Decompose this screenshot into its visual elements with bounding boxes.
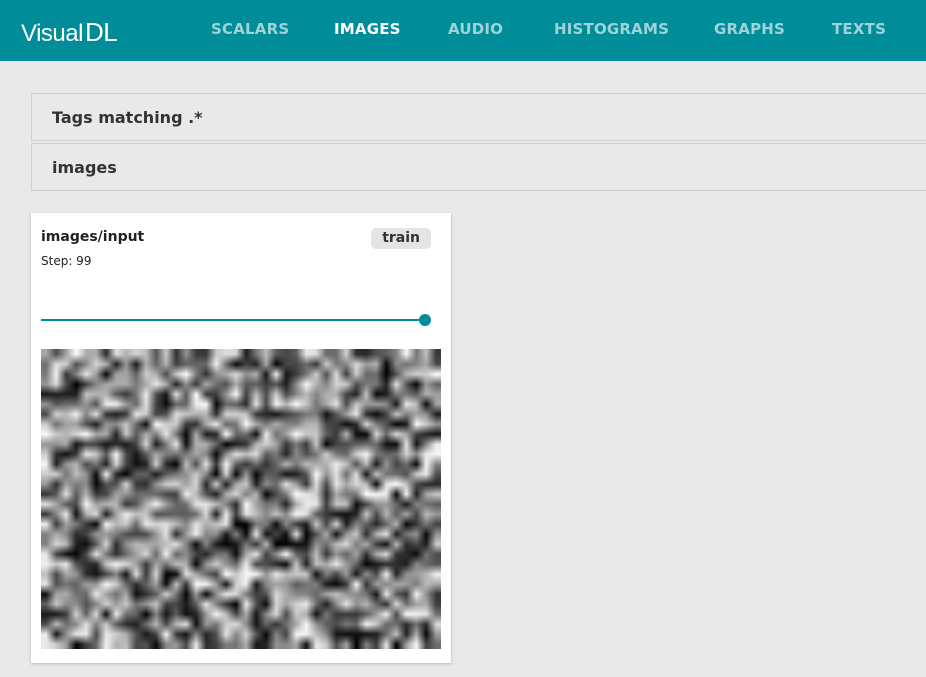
image-card: images/input train Step: 99 bbox=[31, 213, 451, 663]
random-noise-image bbox=[41, 349, 441, 649]
nav-item-audio[interactable]: AUDIO bbox=[448, 0, 503, 61]
step-slider-thumb[interactable] bbox=[419, 314, 432, 326]
run-badge: train bbox=[371, 228, 431, 249]
nav-item-scalars[interactable]: SCALARS bbox=[211, 0, 289, 61]
nav-item-texts[interactable]: TEXTS bbox=[832, 0, 886, 61]
tags-matching-panel[interactable]: Tags matching .* bbox=[31, 93, 926, 141]
images-group-label: images bbox=[52, 158, 117, 177]
top-navigation-bar: VisualDL SCALARS IMAGES AUDIO HISTOGRAMS… bbox=[0, 0, 926, 61]
nav-item-graphs[interactable]: GRAPHS bbox=[714, 0, 785, 61]
input-image bbox=[41, 349, 441, 649]
step-label: Step: 99 bbox=[41, 254, 92, 268]
image-card-title: images/input bbox=[41, 229, 145, 245]
visualdl-logo[interactable]: VisualDL bbox=[21, 17, 118, 49]
nav-item-images[interactable]: IMAGES bbox=[334, 0, 401, 61]
nav-item-histograms[interactable]: HISTOGRAMS bbox=[554, 0, 669, 61]
images-group-panel[interactable]: images bbox=[31, 143, 926, 191]
tags-matching-label: Tags matching .* bbox=[52, 108, 203, 127]
step-slider[interactable] bbox=[41, 313, 432, 327]
step-slider-fill bbox=[41, 319, 426, 321]
logo-visual-text: Visual bbox=[21, 20, 83, 47]
logo-dl-text: DL bbox=[84, 17, 118, 47]
